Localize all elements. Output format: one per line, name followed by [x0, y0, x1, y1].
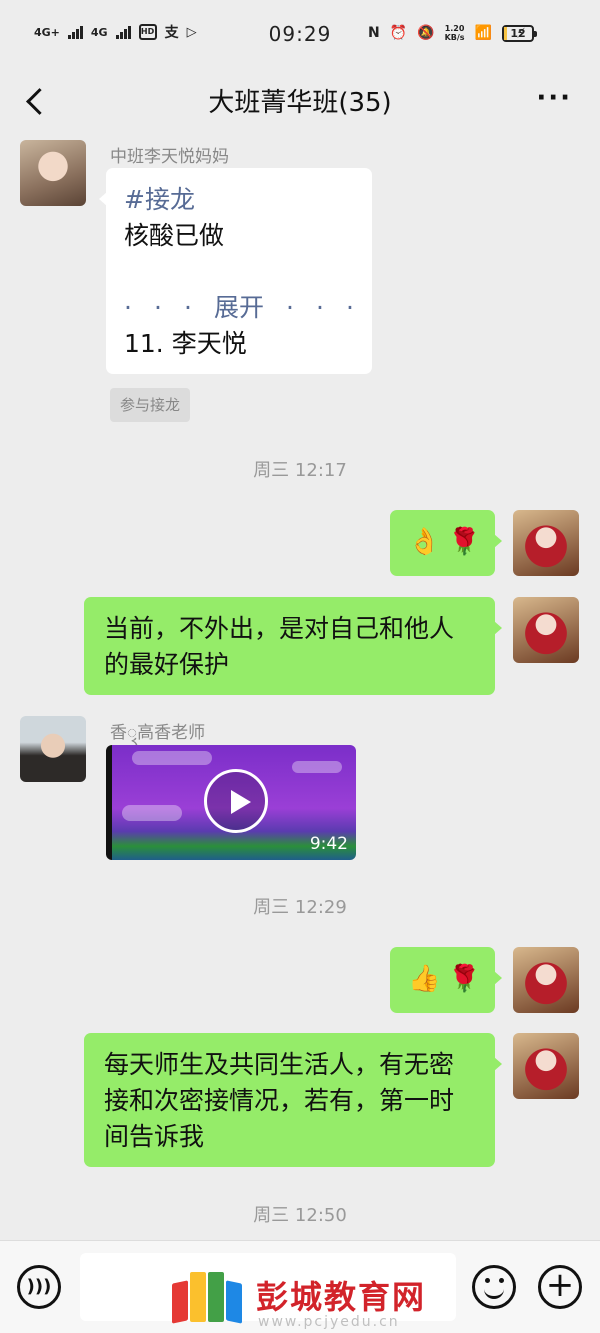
video-cloud: [292, 761, 342, 773]
status-right: N ⏰ 🔕 1.20 KB/s 📶 12: [367, 24, 537, 42]
battery-icon: 12: [502, 24, 537, 42]
emoji-bubble-self[interactable]: 👍 🌹: [390, 947, 502, 1013]
more-options-button[interactable]: ···: [536, 85, 572, 111]
avatar-self[interactable]: [513, 947, 579, 1013]
solitaire-tag[interactable]: #接龙: [124, 182, 354, 218]
mute-icon: 🔕: [417, 25, 435, 41]
thumbs-up-icon: 👍: [408, 964, 441, 994]
battery-fill: [504, 26, 508, 40]
dot: ·: [124, 293, 132, 322]
plus-icon[interactable]: +: [538, 1265, 582, 1309]
timestamp: 周三 12:29: [253, 897, 347, 918]
sender-name: 中班李天悦妈妈: [110, 147, 229, 167]
battery-level: 12: [510, 26, 526, 40]
emoji-bubble-self[interactable]: 👌 🌹: [390, 510, 502, 576]
title-bar: 大班菁华班(35) ···: [0, 68, 600, 134]
watermark: 彭城教育网 www.pcjyedu.cn: [168, 1262, 458, 1332]
rose-icon: 🌹: [448, 964, 481, 994]
watermark-logo: [168, 1266, 242, 1328]
timestamp: 周三 12:50: [253, 1205, 347, 1226]
message-text: 当前，不外出，是对自己和他人的最好保护: [104, 614, 455, 679]
dot: ·: [183, 293, 192, 322]
video-cloud: [132, 751, 212, 765]
rose-icon: 🌹: [448, 527, 481, 557]
watermark-url: www.pcjyedu.cn: [258, 1314, 400, 1330]
video-duration: 9:42: [309, 834, 348, 854]
play-icon[interactable]: [204, 769, 268, 833]
net-speed-value: 1.20: [444, 24, 465, 33]
nfc-icon: N: [367, 25, 380, 41]
voice-icon[interactable]: ))): [17, 1265, 61, 1309]
dot: ·: [153, 293, 162, 322]
net-speed-unit: KB/s: [444, 33, 465, 42]
chat-title: 大班菁华班(35): [208, 88, 392, 118]
expand-row[interactable]: · · · 展开 · · ·: [124, 290, 354, 326]
alarm-icon: ⏰: [389, 25, 408, 41]
emoji-icon[interactable]: [472, 1265, 516, 1309]
dot: ·: [315, 293, 324, 322]
wifi-icon: 📶: [474, 25, 492, 41]
text-bubble-self[interactable]: 当前，不外出，是对自己和他人的最好保护: [84, 597, 502, 695]
expand-link[interactable]: 展开: [214, 290, 264, 326]
video-cloud: [122, 805, 182, 821]
dot: ·: [345, 293, 354, 322]
ok-hand-icon: 👌: [408, 527, 441, 557]
solitaire-entry: 11. 李天悦: [124, 329, 247, 358]
avatar-sender-1[interactable]: [20, 140, 86, 206]
message-text: 每天师生及共同生活人，有无密接和次密接情况，若有，第一时间告诉我: [104, 1050, 455, 1151]
avatar-self[interactable]: [513, 510, 579, 576]
solitaire-line: 核酸已做: [124, 221, 225, 250]
dot: ·: [286, 293, 294, 322]
solitaire-bubble[interactable]: #接龙 核酸已做 · · · 展开 · · · 11. 李天悦: [99, 168, 372, 374]
video-message[interactable]: 9:42: [106, 745, 356, 860]
avatar-sender-2[interactable]: [20, 716, 86, 782]
net-speed: 1.20 KB/s: [445, 24, 465, 42]
text-bubble-self[interactable]: 每天师生及共同生活人，有无密接和次密接情况，若有，第一时间告诉我: [84, 1033, 502, 1167]
join-solitaire-button[interactable]: 参与接龙: [110, 388, 190, 422]
avatar-self[interactable]: [513, 1033, 579, 1099]
timestamp: 周三 12:17: [253, 460, 347, 481]
status-bar: 4G+ 4G HD 支 ▷ 09:29 N ⏰ 🔕 1.20 KB/s 📶 12…: [0, 0, 600, 68]
avatar-self[interactable]: [513, 597, 579, 663]
watermark-text: 彭城教育网: [256, 1278, 427, 1316]
